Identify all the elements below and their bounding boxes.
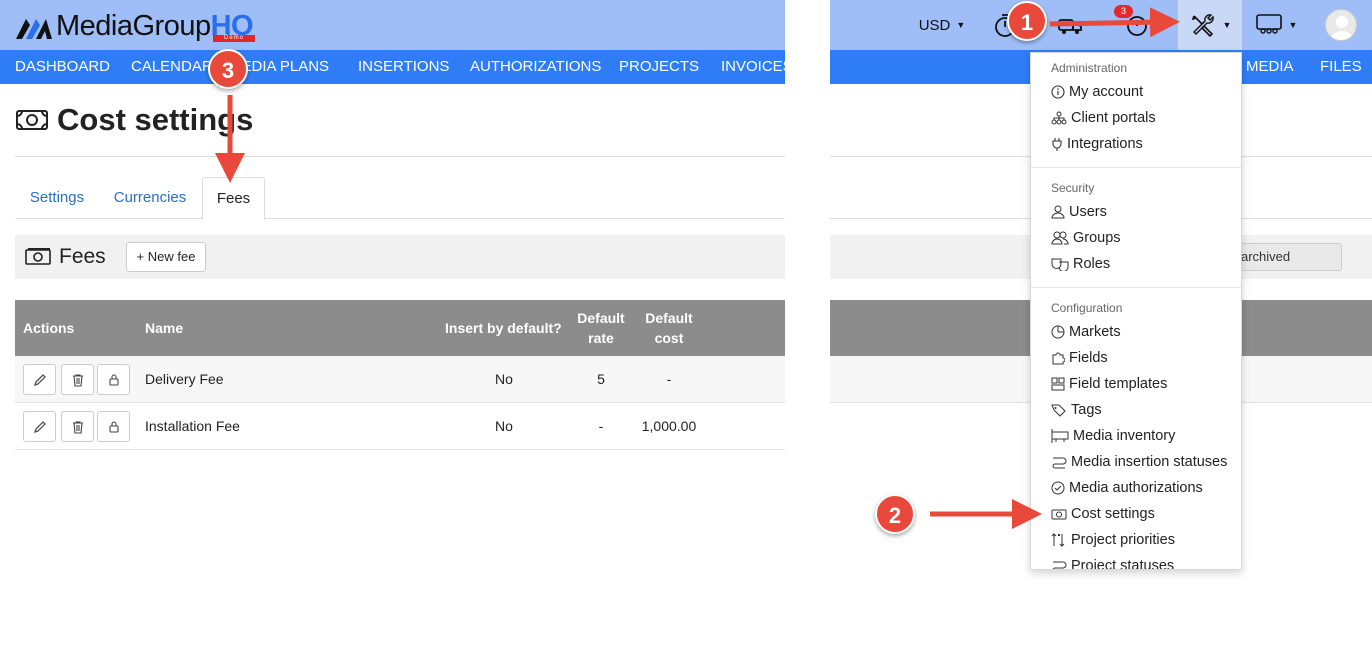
- annotation-arrow-1: [1049, 7, 1180, 38]
- annotation-marker-2: 2: [875, 494, 915, 534]
- annotation-arrows: [215, 7, 1180, 529]
- annotation-marker-1: 1: [1007, 1, 1047, 41]
- annotation-marker-3: 3: [208, 49, 248, 89]
